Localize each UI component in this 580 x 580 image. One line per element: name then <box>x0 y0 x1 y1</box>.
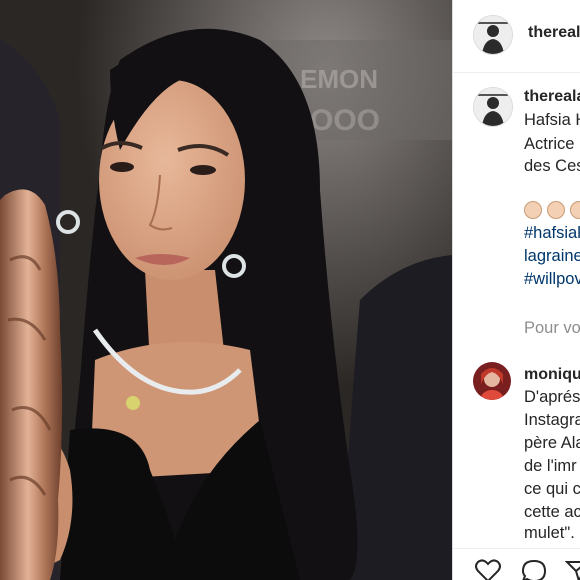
svg-text:OOO: OOO <box>310 104 380 137</box>
commenter-username[interactable]: moniqu <box>524 366 580 384</box>
comment-line: Instagra <box>524 411 580 429</box>
post-header: thereal <box>453 0 580 73</box>
svg-text:EMON: EMON <box>300 64 378 94</box>
hashtag-link[interactable]: #hafsial <box>524 222 580 244</box>
clap-emoji-icon <box>524 201 542 219</box>
comment-line: D'aprés <box>524 388 580 406</box>
post-side-panel: thereal thereala Hafsia H Actrice des Ce… <box>452 0 580 580</box>
clap-emoji-icon <box>547 201 565 219</box>
comment-line: de l'imr <box>524 457 577 475</box>
comment-line: mulet". <box>524 524 575 542</box>
caption-username[interactable]: thereala <box>524 88 580 106</box>
comment-line: père Ala <box>524 434 580 452</box>
share-icon[interactable] <box>564 559 580 580</box>
comment-prompt[interactable]: Pour vo <box>524 317 580 339</box>
action-bar <box>453 548 580 580</box>
clap-emoji-icon <box>570 201 580 219</box>
comment-line: ce qui c <box>524 480 580 498</box>
hashtag-link[interactable]: lagraine <box>524 245 580 267</box>
post-author-username[interactable]: thereal <box>528 24 580 42</box>
commenter-avatar-icon[interactable] <box>473 362 511 400</box>
heart-icon[interactable] <box>475 559 501 580</box>
post-image[interactable]: EMON OOO <box>0 0 452 580</box>
comment-line: cette ac <box>524 503 580 521</box>
caption-line: des Ces <box>524 157 580 175</box>
profile-avatar-icon[interactable] <box>473 15 513 55</box>
hashtag-link[interactable]: #willpov <box>524 268 580 290</box>
caption-line: Hafsia H <box>524 111 580 129</box>
caption-line: Actrice <box>524 135 575 153</box>
comment-icon[interactable] <box>521 559 547 580</box>
caption-avatar-icon[interactable] <box>473 87 513 127</box>
